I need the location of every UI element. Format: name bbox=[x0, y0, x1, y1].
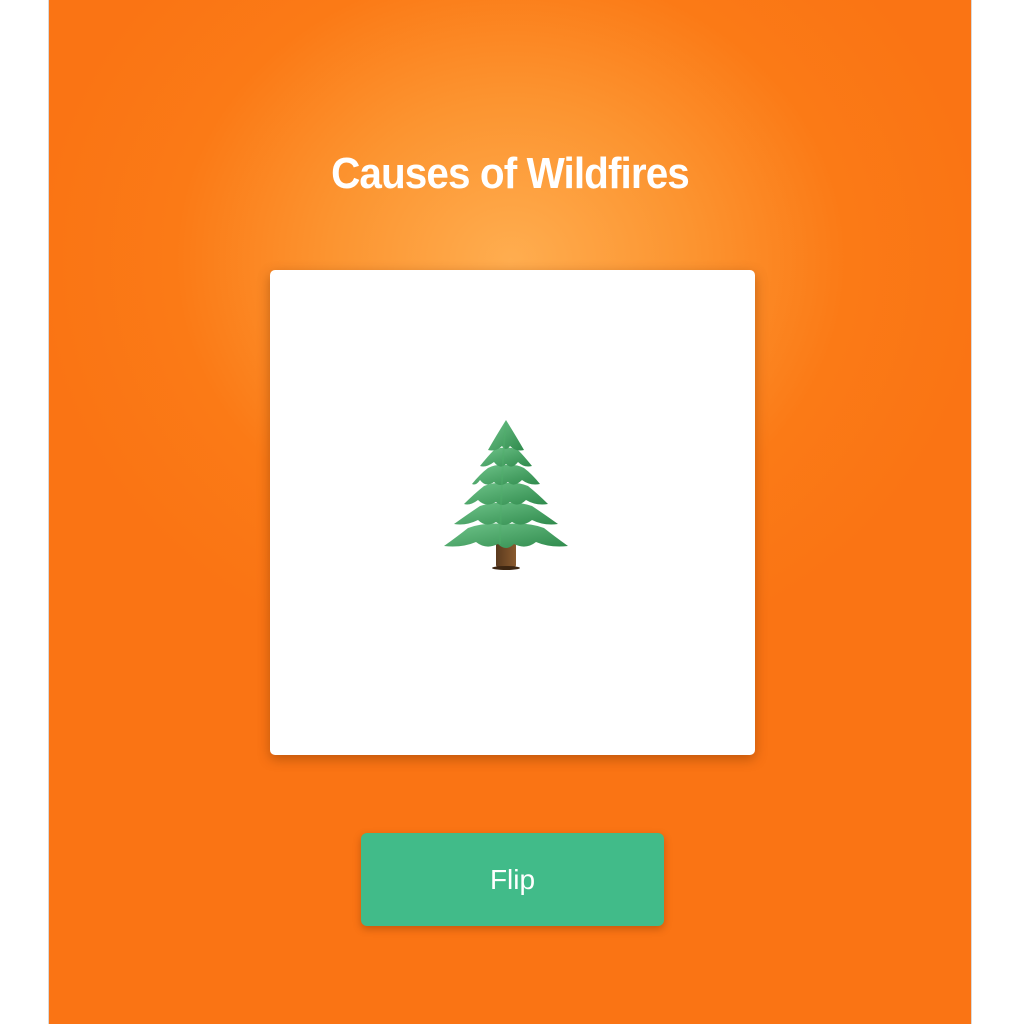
flip-button[interactable]: Flip bbox=[361, 833, 664, 926]
evergreen-tree-icon bbox=[444, 420, 568, 570]
app-frame: Causes of Wildfires Flip bbox=[48, 0, 972, 1024]
page-title: Causes of Wildfires bbox=[331, 149, 690, 198]
flashcard[interactable] bbox=[270, 270, 755, 755]
